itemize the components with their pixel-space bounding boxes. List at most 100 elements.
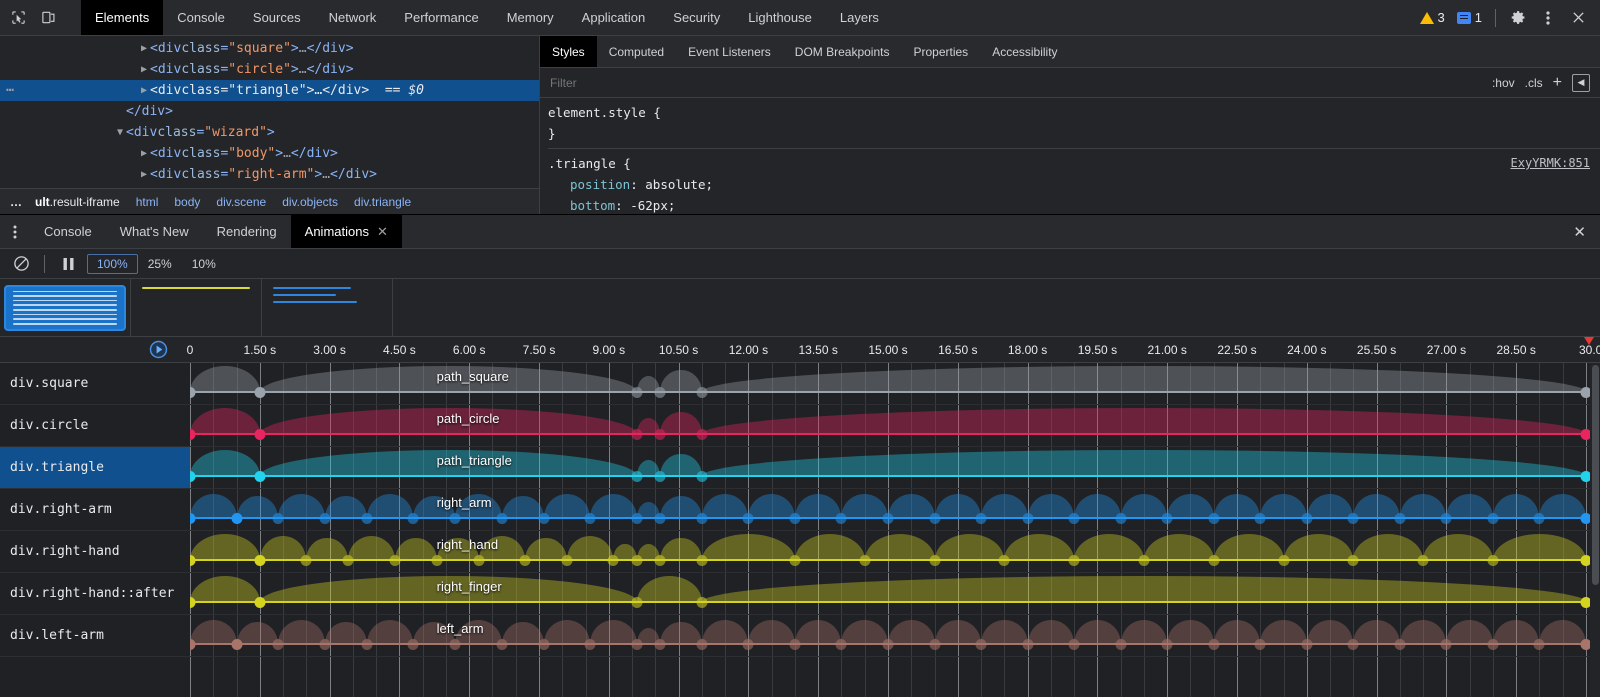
animation-keyframe-dot[interactable]	[361, 513, 372, 524]
drawer-tab-whats-new[interactable]: What's New	[106, 215, 203, 248]
close-icon[interactable]: ✕	[377, 224, 388, 240]
tab-performance[interactable]: Performance	[390, 0, 492, 35]
animation-group-preview-2[interactable]	[131, 279, 262, 336]
animation-keyframe-dot[interactable]	[696, 555, 707, 566]
animation-keyframe-dot[interactable]	[883, 513, 894, 524]
animation-keyframe-dot[interactable]	[1069, 513, 1080, 524]
animation-group-preview-3[interactable]	[262, 279, 393, 336]
expand-triangle-icon[interactable]: ▶	[138, 80, 150, 101]
animation-track-row[interactable]: path_triangle	[190, 447, 1600, 489]
animation-keyframe-dot[interactable]	[1138, 555, 1149, 566]
animation-group-preview-1[interactable]	[0, 279, 131, 336]
animation-keyframe-dot[interactable]	[929, 555, 940, 566]
message-counter[interactable]: 1	[1452, 10, 1487, 25]
animation-keyframe-dot[interactable]	[608, 555, 619, 566]
expand-triangle-icon[interactable]: ▶	[138, 143, 150, 164]
drawer-tab-rendering[interactable]: Rendering	[203, 215, 291, 248]
speed-10-button[interactable]: 10%	[182, 254, 226, 274]
animation-track-row[interactable]: left_arm	[190, 615, 1600, 657]
animation-track-row[interactable]: right_hand	[190, 531, 1600, 573]
animation-keyframe-dot[interactable]	[190, 387, 196, 398]
animation-keyframe-dot[interactable]	[561, 555, 572, 566]
tab-memory[interactable]: Memory	[493, 0, 568, 35]
animation-keyframe-dot[interactable]	[654, 555, 665, 566]
animation-keyframe-dot[interactable]	[301, 555, 312, 566]
animation-keyframe-dot[interactable]	[631, 639, 642, 650]
drawer-tab-console[interactable]: Console	[30, 215, 106, 248]
breadcrumb-item-body[interactable]: body	[166, 195, 208, 209]
animation-keyframe-dot[interactable]	[999, 555, 1010, 566]
css-declaration-position[interactable]: position: absolute;	[548, 174, 1590, 195]
dom-node-right-arm[interactable]: ▶<div class="right-arm">…</div>	[0, 164, 539, 185]
animation-keyframe-dot[interactable]	[1278, 555, 1289, 566]
animation-keyframe-dot[interactable]	[1208, 639, 1219, 650]
animation-keyframe-dot[interactable]	[254, 387, 265, 398]
device-toolbar-icon[interactable]	[34, 4, 62, 32]
animation-keyframe-dot[interactable]	[408, 639, 419, 650]
animation-keyframe-dot[interactable]	[696, 639, 707, 650]
dom-node-circle[interactable]: ▶<div class="circle">…</div>	[0, 59, 539, 80]
animation-keyframe-dot[interactable]	[929, 513, 940, 524]
animation-row-label-circle[interactable]: div.circle	[0, 405, 190, 447]
animation-keyframe-dot[interactable]	[1162, 513, 1173, 524]
animation-keyframe-dot[interactable]	[319, 639, 330, 650]
animation-row-label-triangle[interactable]: div.triangle	[0, 447, 190, 489]
animation-keyframe-dot[interactable]	[654, 429, 665, 440]
animation-keyframe-dot[interactable]	[631, 513, 642, 524]
animation-keyframe-dot[interactable]	[231, 639, 242, 650]
tab-properties[interactable]: Properties	[901, 36, 980, 67]
animation-keyframe-dot[interactable]	[1394, 513, 1405, 524]
collapse-triangle-icon[interactable]: ▼	[114, 122, 126, 143]
animation-keyframe-dot[interactable]	[789, 639, 800, 650]
animation-keyframe-dot[interactable]	[1441, 513, 1452, 524]
animation-track-row[interactable]: right_finger	[190, 573, 1600, 615]
animation-keyframe-dot[interactable]	[743, 639, 754, 650]
animation-keyframe-dot[interactable]	[1208, 555, 1219, 566]
drawer-menu-icon[interactable]	[0, 215, 30, 248]
warning-counter[interactable]: 3	[1415, 10, 1450, 25]
animation-keyframe-dot[interactable]	[1348, 639, 1359, 650]
animation-keyframe-dot[interactable]	[696, 471, 707, 482]
tab-security[interactable]: Security	[659, 0, 734, 35]
animation-keyframe-dot[interactable]	[473, 555, 484, 566]
breadcrumb-item-iframe[interactable]: ult.result-iframe	[27, 195, 128, 209]
animation-keyframe-dot[interactable]	[1255, 513, 1266, 524]
animation-keyframe-dot[interactable]	[254, 555, 265, 566]
breadcrumb-item-objects[interactable]: div.objects	[274, 195, 346, 209]
animation-keyframe-dot[interactable]	[1487, 555, 1498, 566]
breadcrumb-item-triangle[interactable]: div.triangle	[346, 195, 419, 209]
animation-keyframe-dot[interactable]	[789, 513, 800, 524]
animation-keyframe-dot[interactable]	[1487, 513, 1498, 524]
tab-layers[interactable]: Layers	[826, 0, 893, 35]
animation-keyframe-dot[interactable]	[496, 513, 507, 524]
animation-keyframe-dot[interactable]	[496, 639, 507, 650]
animation-keyframe-dot[interactable]	[789, 555, 800, 566]
animation-keyframe-dot[interactable]	[190, 597, 196, 608]
tab-console[interactable]: Console	[163, 0, 239, 35]
animation-keyframe-dot[interactable]	[343, 555, 354, 566]
animation-keyframe-dot[interactable]	[929, 639, 940, 650]
tab-application[interactable]: Application	[568, 0, 660, 35]
animation-keyframe-dot[interactable]	[1418, 555, 1429, 566]
toggle-hov-button[interactable]: :hov	[1492, 76, 1515, 90]
dom-node-wizard[interactable]: ▼<div class="wizard">	[0, 122, 539, 143]
tab-dom-breakpoints[interactable]: DOM Breakpoints	[783, 36, 902, 67]
kebab-menu-icon[interactable]	[1534, 4, 1562, 32]
speed-25-button[interactable]: 25%	[138, 254, 182, 274]
new-style-rule-button[interactable]: +	[1553, 75, 1562, 91]
animation-keyframe-dot[interactable]	[190, 471, 196, 482]
animation-keyframe-dot[interactable]	[631, 387, 642, 398]
animation-row-label-left-arm[interactable]: div.left-arm	[0, 615, 190, 657]
animation-keyframe-dot[interactable]	[859, 555, 870, 566]
css-source-link[interactable]: ExyYRMK:851	[1511, 153, 1590, 174]
expand-triangle-icon[interactable]: ▶	[138, 164, 150, 185]
animation-row-label-right-hand-after[interactable]: div.right-hand::after	[0, 573, 190, 615]
animation-keyframe-dot[interactable]	[654, 513, 665, 524]
animation-row-label-square[interactable]: div.square	[0, 363, 190, 405]
animation-keyframe-dot[interactable]	[389, 555, 400, 566]
vertical-scrollbar-thumb[interactable]	[1592, 365, 1599, 585]
dom-node-square[interactable]: ▶<div class="square">…</div>	[0, 38, 539, 59]
animation-row-label-right-arm[interactable]: div.right-arm	[0, 489, 190, 531]
animation-keyframe-dot[interactable]	[836, 639, 847, 650]
animation-row-label-right-hand[interactable]: div.right-hand	[0, 531, 190, 573]
